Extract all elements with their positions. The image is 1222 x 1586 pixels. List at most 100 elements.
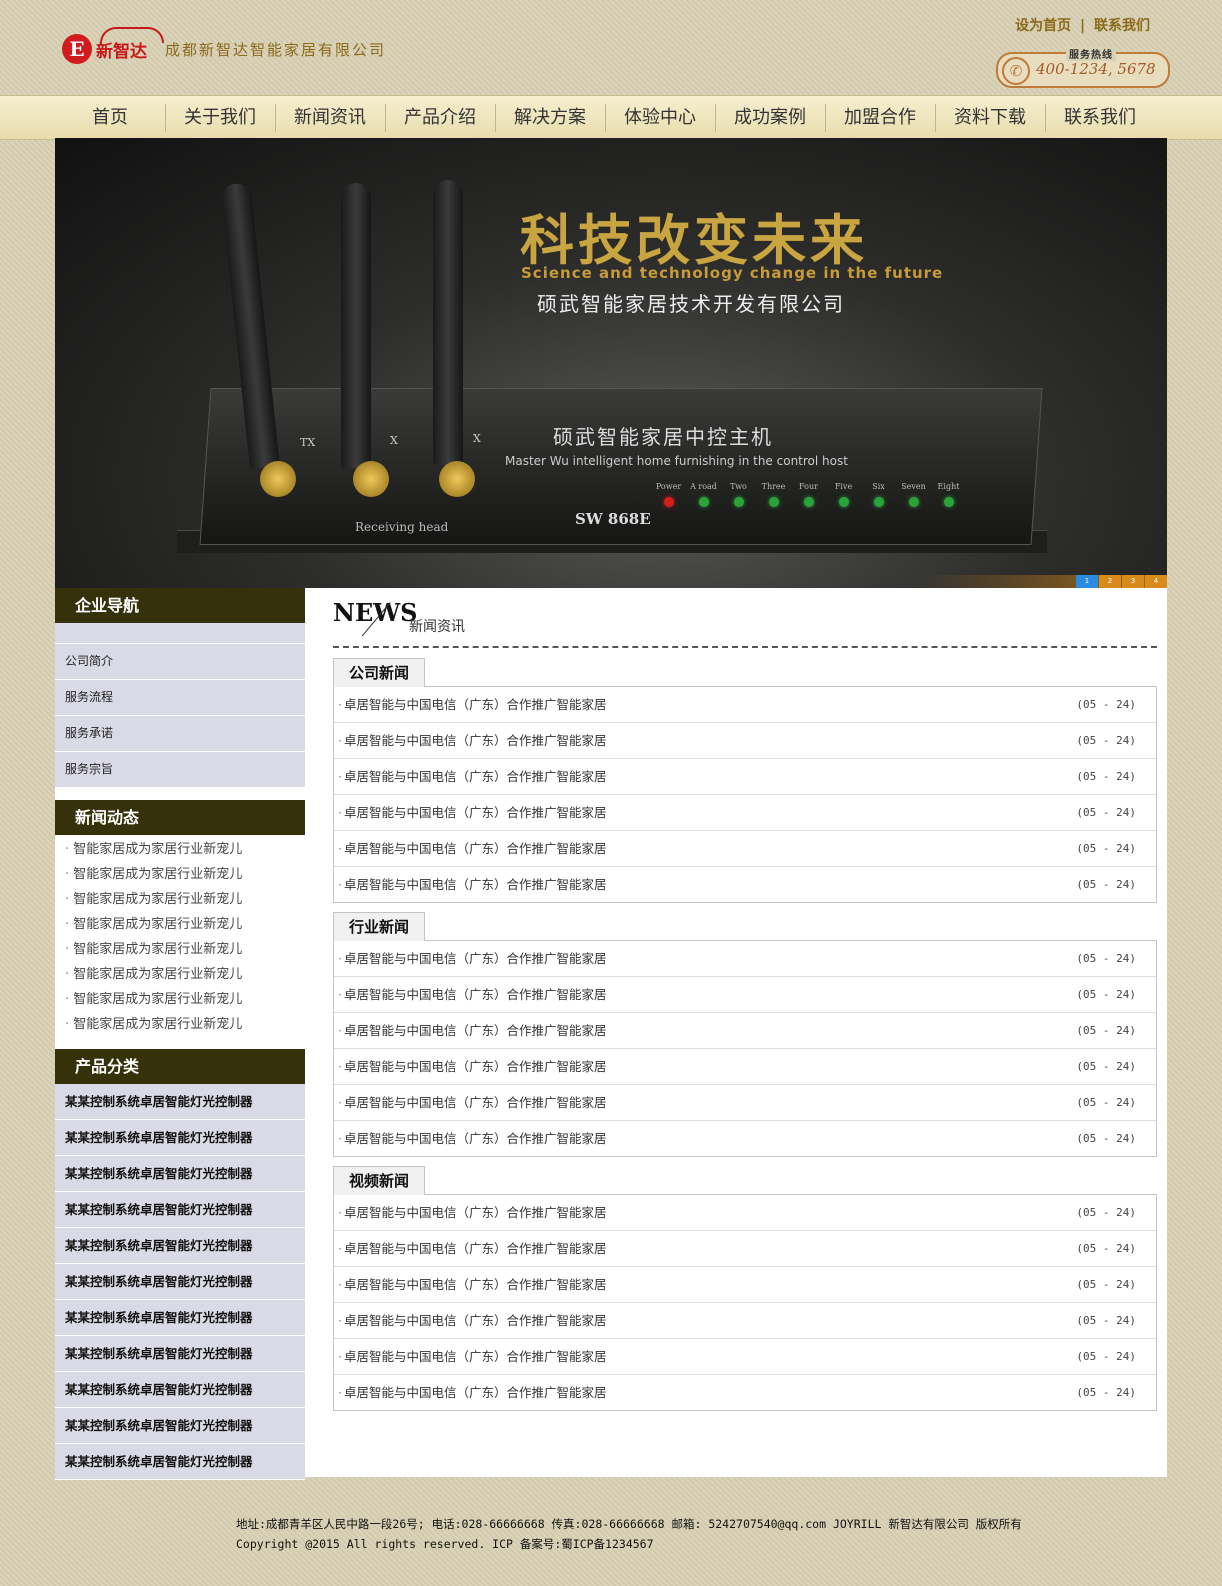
table-row[interactable]: 卓居智能与中国电信（广东）合作推广智能家居(05 - 24) — [334, 1121, 1156, 1156]
header: E 新智达 成都新智达智能家居有限公司 设为首页 | 联系我们 服务热线 ✆ 4… — [0, 0, 1222, 95]
product-item[interactable]: 某某控制系统卓居智能灯光控制器 — [55, 1444, 305, 1480]
list-item[interactable]: 智能家居成为家居行业新宠儿 — [55, 912, 305, 937]
nav-item-home[interactable]: 首页 — [55, 96, 165, 139]
contact-us-link[interactable]: 联系我们 — [1094, 18, 1150, 34]
footer-address: 地址:成都青羊区人民中路一段26号; 电话:028-66666668 传真:02… — [236, 1517, 1022, 1531]
table-row[interactable]: 卓居智能与中国电信（广东）合作推广智能家居(05 - 24) — [334, 1375, 1156, 1410]
product-item[interactable]: 某某控制系统卓居智能灯光控制器 — [55, 1156, 305, 1192]
tab-video-news[interactable]: 视频新闻 — [333, 1166, 425, 1195]
hero-banner[interactable]: 科技改变未来 Science and technology change in … — [55, 138, 1167, 588]
table-row[interactable]: 卓居智能与中国电信（广东）合作推广智能家居(05 - 24) — [334, 687, 1156, 723]
nav-item-downloads[interactable]: 资料下载 — [935, 96, 1045, 139]
hotline-label: 服务热线 — [1066, 46, 1116, 61]
logo[interactable]: E 新智达 成都新智达智能家居有限公司 — [62, 26, 387, 64]
table-row[interactable]: 卓居智能与中国电信（广东）合作推广智能家居(05 - 24) — [334, 1231, 1156, 1267]
list-item[interactable]: 智能家居成为家居行业新宠儿 — [55, 987, 305, 1012]
device-name: 硕武智能家居中控主机 — [553, 425, 773, 449]
list-item[interactable]: 智能家居成为家居行业新宠儿 — [55, 862, 305, 887]
logo-e-icon: E — [62, 34, 92, 64]
product-item[interactable]: 某某控制系统卓居智能灯光控制器 — [55, 1228, 305, 1264]
table-row[interactable]: 卓居智能与中国电信（广东）合作推广智能家居(05 - 24) — [334, 1085, 1156, 1121]
content-area: 企业导航 公司简介 服务流程 服务承诺 服务宗旨 新闻动态 智能家居成为家居行业… — [55, 588, 1167, 1480]
led-indicator: A road — [690, 482, 717, 507]
led-indicator: Two — [725, 482, 752, 507]
antenna-connector-icon — [353, 461, 389, 497]
nav-item-solutions[interactable]: 解决方案 — [495, 96, 605, 139]
table-row[interactable]: 卓居智能与中国电信（广东）合作推广智能家居(05 - 24) — [334, 1013, 1156, 1049]
led-indicator: Four — [795, 482, 822, 507]
sidebar-news-list: 智能家居成为家居行业新宠儿 智能家居成为家居行业新宠儿 智能家居成为家居行业新宠… — [55, 835, 305, 1037]
product-item[interactable]: 某某控制系统卓居智能灯光控制器 — [55, 1264, 305, 1300]
nav-item-news[interactable]: 新闻资讯 — [275, 96, 385, 139]
company-name: 成都新智达智能家居有限公司 — [165, 40, 387, 59]
nav-item-contact[interactable]: 联系我们 — [1045, 96, 1155, 139]
antenna-icon — [341, 183, 371, 468]
set-homepage-link[interactable]: 设为首页 — [1015, 18, 1071, 34]
product-item[interactable]: 某某控制系统卓居智能灯光控制器 — [55, 1192, 305, 1228]
top-links: 设为首页 | 联系我们 — [1015, 15, 1150, 35]
table-row[interactable]: 卓居智能与中国电信（广东）合作推广智能家居(05 - 24) — [334, 1195, 1156, 1231]
news-list: 卓居智能与中国电信（广东）合作推广智能家居(05 - 24) 卓居智能与中国电信… — [333, 1194, 1157, 1411]
news-heading: NEWS — [333, 598, 418, 627]
sidebar-news-title: 新闻动态 — [55, 800, 305, 835]
divider — [333, 646, 1157, 648]
table-row[interactable]: 卓居智能与中国电信（广东）合作推广智能家居(05 - 24) — [334, 759, 1156, 795]
led-indicator: Power — [655, 482, 682, 507]
news-list: 卓居智能与中国电信（广东）合作推广智能家居(05 - 24) 卓居智能与中国电信… — [333, 940, 1157, 1157]
logo-brand: 新智达 — [96, 26, 164, 62]
top-links-separator: | — [1080, 18, 1086, 34]
slide-dot-2[interactable]: 2 — [1099, 575, 1121, 588]
table-row[interactable]: 卓居智能与中国电信（广东）合作推广智能家居(05 - 24) — [334, 831, 1156, 867]
device-model: SW 868E — [575, 510, 651, 528]
table-row[interactable]: 卓居智能与中国电信（广东）合作推广智能家居(05 - 24) — [334, 977, 1156, 1013]
led-indicator: Eight — [935, 482, 962, 507]
product-item[interactable]: 某某控制系统卓居智能灯光控制器 — [55, 1336, 305, 1372]
phone-icon: ✆ — [1002, 57, 1030, 85]
table-row[interactable]: 卓居智能与中国电信（广东）合作推广智能家居(05 - 24) — [334, 941, 1156, 977]
nav-item-cases[interactable]: 成功案例 — [715, 96, 825, 139]
news-list: 卓居智能与中国电信（广东）合作推广智能家居(05 - 24) 卓居智能与中国电信… — [333, 686, 1157, 903]
led-indicator: Six — [865, 482, 892, 507]
product-item[interactable]: 某某控制系统卓居智能灯光控制器 — [55, 1408, 305, 1444]
list-item[interactable]: 智能家居成为家居行业新宠儿 — [55, 962, 305, 987]
slide-dot-4[interactable]: 4 — [1145, 575, 1167, 588]
product-item[interactable]: 某某控制系统卓居智能灯光控制器 — [55, 1300, 305, 1336]
product-item[interactable]: 某某控制系统卓居智能灯光控制器 — [55, 1120, 305, 1156]
list-item[interactable]: 智能家居成为家居行业新宠儿 — [55, 937, 305, 962]
product-item[interactable]: 某某控制系统卓居智能灯光控制器 — [55, 1084, 305, 1120]
table-row[interactable]: 卓居智能与中国电信（广东）合作推广智能家居(05 - 24) — [334, 795, 1156, 831]
sidebar-item-purpose[interactable]: 服务宗旨 — [55, 752, 305, 788]
list-item[interactable]: 智能家居成为家居行业新宠儿 — [55, 837, 305, 862]
sidebar-item-promise[interactable]: 服务承诺 — [55, 716, 305, 752]
table-row[interactable]: 卓居智能与中国电信（广东）合作推广智能家居(05 - 24) — [334, 1339, 1156, 1375]
sidebar-item-process[interactable]: 服务流程 — [55, 680, 305, 716]
antenna-connector-icon — [260, 461, 296, 497]
tab-company-news[interactable]: 公司新闻 — [333, 658, 425, 687]
table-row[interactable]: 卓居智能与中国电信（广东）合作推广智能家居(05 - 24) — [334, 1267, 1156, 1303]
banner-subtitle: Science and technology change in the fut… — [521, 264, 944, 282]
footer-copyright: Copyright @2015 All rights reserved. ICP… — [236, 1537, 654, 1551]
table-row[interactable]: 卓居智能与中国电信（广东）合作推广智能家居(05 - 24) — [334, 1049, 1156, 1085]
sidebar-nav-title: 企业导航 — [55, 588, 305, 623]
hotline: 服务热线 ✆ 400-1234, 5678 — [996, 46, 1170, 88]
nav-item-products[interactable]: 产品介绍 — [385, 96, 495, 139]
nav-item-about[interactable]: 关于我们 — [165, 96, 275, 139]
nav-item-experience[interactable]: 体验中心 — [605, 96, 715, 139]
antenna-label: TX — [300, 436, 316, 449]
nav-item-join[interactable]: 加盟合作 — [825, 96, 935, 139]
list-item[interactable]: 智能家居成为家居行业新宠儿 — [55, 1012, 305, 1037]
footer: 地址:成都青羊区人民中路一段26号; 电话:028-66666668 传真:02… — [236, 1514, 1022, 1554]
led-indicator: Three — [760, 482, 787, 507]
tab-industry-news[interactable]: 行业新闻 — [333, 912, 425, 941]
device-english-name: Master Wu intelligent home furnishing in… — [505, 454, 848, 468]
slide-dot-1[interactable]: 1 — [1076, 575, 1098, 588]
sidebar-item-profile[interactable]: 公司简介 — [55, 644, 305, 680]
table-row[interactable]: 卓居智能与中国电信（广东）合作推广智能家居(05 - 24) — [334, 1303, 1156, 1339]
antenna-label: X — [473, 432, 481, 445]
product-item[interactable]: 某某控制系统卓居智能灯光控制器 — [55, 1372, 305, 1408]
list-item[interactable]: 智能家居成为家居行业新宠儿 — [55, 887, 305, 912]
sidebar-product-title: 产品分类 — [55, 1049, 305, 1084]
table-row[interactable]: 卓居智能与中国电信（广东）合作推广智能家居(05 - 24) — [334, 867, 1156, 902]
slide-dot-3[interactable]: 3 — [1122, 575, 1144, 588]
table-row[interactable]: 卓居智能与中国电信（广东）合作推广智能家居(05 - 24) — [334, 723, 1156, 759]
